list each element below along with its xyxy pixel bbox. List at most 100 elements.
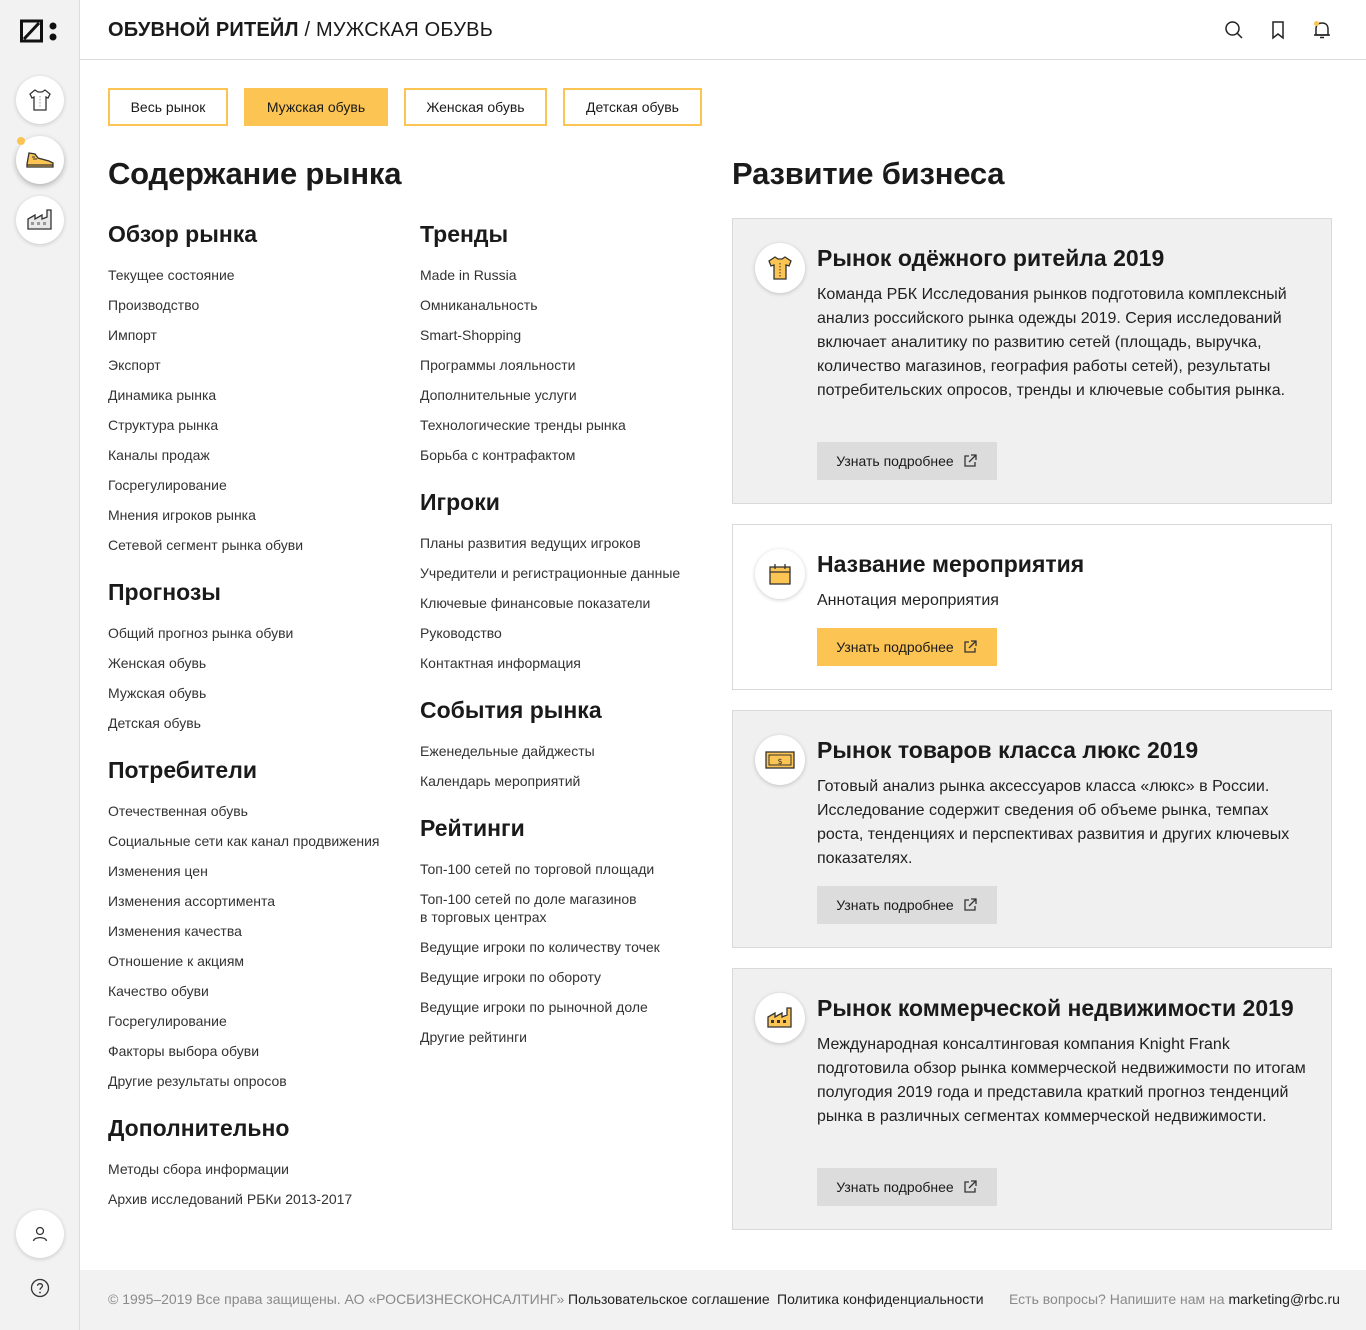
search-icon[interactable] <box>1224 20 1244 40</box>
email-link[interactable]: marketing@rbc.ru <box>1228 1291 1339 1307</box>
tab-all-market[interactable]: Весь рынок <box>108 88 228 126</box>
sneaker-icon <box>26 152 54 168</box>
section-title-trends: Тренды <box>420 221 509 247</box>
list-item[interactable]: Контактная информация <box>420 654 710 672</box>
user-agreement-link[interactable]: Пользовательское соглашение <box>568 1291 770 1307</box>
list-item[interactable]: Омниканальность <box>420 296 710 314</box>
list-item[interactable]: Топ-100 сетей по торговой площади <box>420 860 710 878</box>
list-item[interactable]: Текущее состояние <box>108 266 408 284</box>
card-title: Рынок коммерческой недвижимости 2019 <box>817 995 1294 1021</box>
list-item[interactable]: Отечественная обувь <box>108 802 408 820</box>
list-item[interactable]: Архив исследований РБКи 2013-2017 <box>108 1190 408 1208</box>
list-item[interactable]: Госрегулирование <box>108 1012 408 1030</box>
learn-more-button[interactable]: Узнать подробнее <box>817 1168 997 1206</box>
list-item[interactable]: Программы лояльности <box>420 356 710 374</box>
footer: © 1995–2019 Все права защищены. АО «РОСБ… <box>80 1270 1366 1330</box>
list-item[interactable]: Структура рынка <box>108 416 408 434</box>
learn-more-button[interactable]: Узнать подробнее <box>817 886 997 924</box>
external-link-icon <box>964 898 977 911</box>
sidebar-item-shoes[interactable] <box>16 136 64 184</box>
list-item[interactable]: Made in Russia <box>420 266 710 284</box>
list-item[interactable]: Качество обуви <box>108 982 408 1000</box>
ratings-list: Топ-100 сетей по торговой площади Топ-10… <box>420 860 710 1046</box>
profile-button[interactable] <box>16 1210 64 1258</box>
list-item[interactable]: Другие рейтинги <box>420 1028 710 1046</box>
factory-icon <box>27 209 52 230</box>
forecasts-list: Общий прогноз рынка обуви Женская обувь … <box>108 624 408 732</box>
list-item[interactable]: Ключевые финансовые показатели <box>420 594 710 612</box>
list-item[interactable]: Дополнительные услуги <box>420 386 710 404</box>
bell-icon[interactable] <box>1312 20 1332 40</box>
card-title: Рынок товаров класса люкс 2019 <box>817 737 1199 763</box>
list-item[interactable]: Каналы продаж <box>108 446 408 464</box>
list-item[interactable]: Динамика рынка <box>108 386 408 404</box>
business-card-luxury: $ Рынок товаров класса люкс 2019 Готовый… <box>732 710 1332 948</box>
contact-text: Есть вопросы? Напишите нам на marketing@… <box>1009 1291 1340 1307</box>
list-item[interactable]: Ведущие игроки по рыночной доле <box>420 998 710 1016</box>
list-item[interactable]: Борьба с контрафактом <box>420 446 710 464</box>
list-item[interactable]: Календарь мероприятий <box>420 772 710 790</box>
list-item[interactable]: Мнения игроков рынка <box>108 506 408 524</box>
external-link-icon <box>964 1180 977 1193</box>
button-label: Узнать подробнее <box>836 453 954 469</box>
list-item[interactable]: Другие результаты опросов <box>108 1072 408 1090</box>
list-item[interactable]: Еженедельные дайджесты <box>420 742 710 760</box>
list-item[interactable]: Госрегулирование <box>108 476 408 494</box>
factory-icon <box>755 993 805 1043</box>
list-item[interactable]: Мужская обувь <box>108 684 408 702</box>
sidebar <box>0 0 80 1330</box>
calendar-icon <box>755 549 805 599</box>
logo-icon[interactable] <box>20 18 62 44</box>
list-item[interactable]: Руководство <box>420 624 710 642</box>
list-item[interactable]: Социальные сети как канал продвижения <box>108 832 408 850</box>
list-item[interactable]: Отношение к акциям <box>108 952 408 970</box>
section-title-ratings: Рейтинги <box>420 815 525 841</box>
breadcrumb-section[interactable]: ОБУВНОЙ РИТЕЙЛ <box>108 19 299 41</box>
list-item[interactable]: Smart-Shopping <box>420 326 710 344</box>
consumers-list: Отечественная обувь Социальные сети как … <box>108 802 408 1090</box>
list-item[interactable]: Экспорт <box>108 356 408 374</box>
learn-more-button[interactable]: Узнать подробнее <box>817 628 997 666</box>
tab-kids-shoes[interactable]: Детская обувь <box>563 88 702 126</box>
list-item[interactable]: Факторы выбора обуви <box>108 1042 408 1060</box>
list-item[interactable]: Топ-100 сетей по доле магазинов в торгов… <box>420 890 640 926</box>
contact-prefix: Есть вопросы? Напишите нам на <box>1009 1291 1229 1307</box>
business-heading: Развитие бизнеса <box>732 156 1005 191</box>
copyright: © 1995–2019 Все права защищены. АО «РОСБ… <box>108 1291 565 1307</box>
money-icon: $ <box>755 735 805 785</box>
list-item[interactable]: Изменения ассортимента <box>108 892 408 910</box>
list-item[interactable]: Общий прогноз рынка обуви <box>108 624 408 642</box>
tab-mens-shoes[interactable]: Мужская обувь <box>244 88 388 126</box>
players-list: Планы развития ведущих игроков Учредител… <box>420 534 710 672</box>
list-item[interactable]: Технологические тренды рынка <box>420 416 710 434</box>
button-label: Узнать подробнее <box>836 897 954 913</box>
sidebar-item-clothing[interactable] <box>16 76 64 124</box>
list-item[interactable]: Изменения цен <box>108 862 408 880</box>
shirt-icon <box>755 243 805 293</box>
list-item[interactable]: Женская обувь <box>108 654 408 672</box>
content-heading: Содержание рынка <box>108 156 402 191</box>
events-list: Еженедельные дайджесты Календарь меропри… <box>420 742 710 790</box>
external-link-icon <box>964 640 977 653</box>
card-title: Рынок одёжного ритейла 2019 <box>817 245 1165 271</box>
list-item[interactable]: Ведущие игроки по обороту <box>420 968 710 986</box>
sidebar-item-realty[interactable] <box>16 196 64 244</box>
list-item[interactable]: Учредители и регистрационные данные <box>420 564 710 582</box>
list-item[interactable]: Производство <box>108 296 408 314</box>
list-item[interactable]: Ведущие игроки по количеству точек <box>420 938 710 956</box>
business-card-clothing: Рынок одёжного ритейла 2019 Команда РБК … <box>732 218 1332 504</box>
list-item[interactable]: Детская обувь <box>108 714 408 732</box>
learn-more-button[interactable]: Узнать подробнее <box>817 442 997 480</box>
tab-womens-shoes[interactable]: Женская обувь <box>404 88 547 126</box>
svg-text:$: $ <box>777 757 782 766</box>
list-item[interactable]: Планы развития ведущих игроков <box>420 534 710 552</box>
card-text: Международная консалтинговая компания Kn… <box>817 1036 1306 1125</box>
privacy-policy-link[interactable]: Политика конфиденциальности <box>777 1291 984 1307</box>
list-item[interactable]: Сетевой сегмент рынка обуви <box>108 536 408 554</box>
section-title-players: Игроки <box>420 489 500 515</box>
list-item[interactable]: Импорт <box>108 326 408 344</box>
list-item[interactable]: Методы сбора информации <box>108 1160 408 1178</box>
list-item[interactable]: Изменения качества <box>108 922 408 940</box>
help-icon[interactable] <box>30 1278 50 1298</box>
bookmark-icon[interactable] <box>1268 20 1288 40</box>
